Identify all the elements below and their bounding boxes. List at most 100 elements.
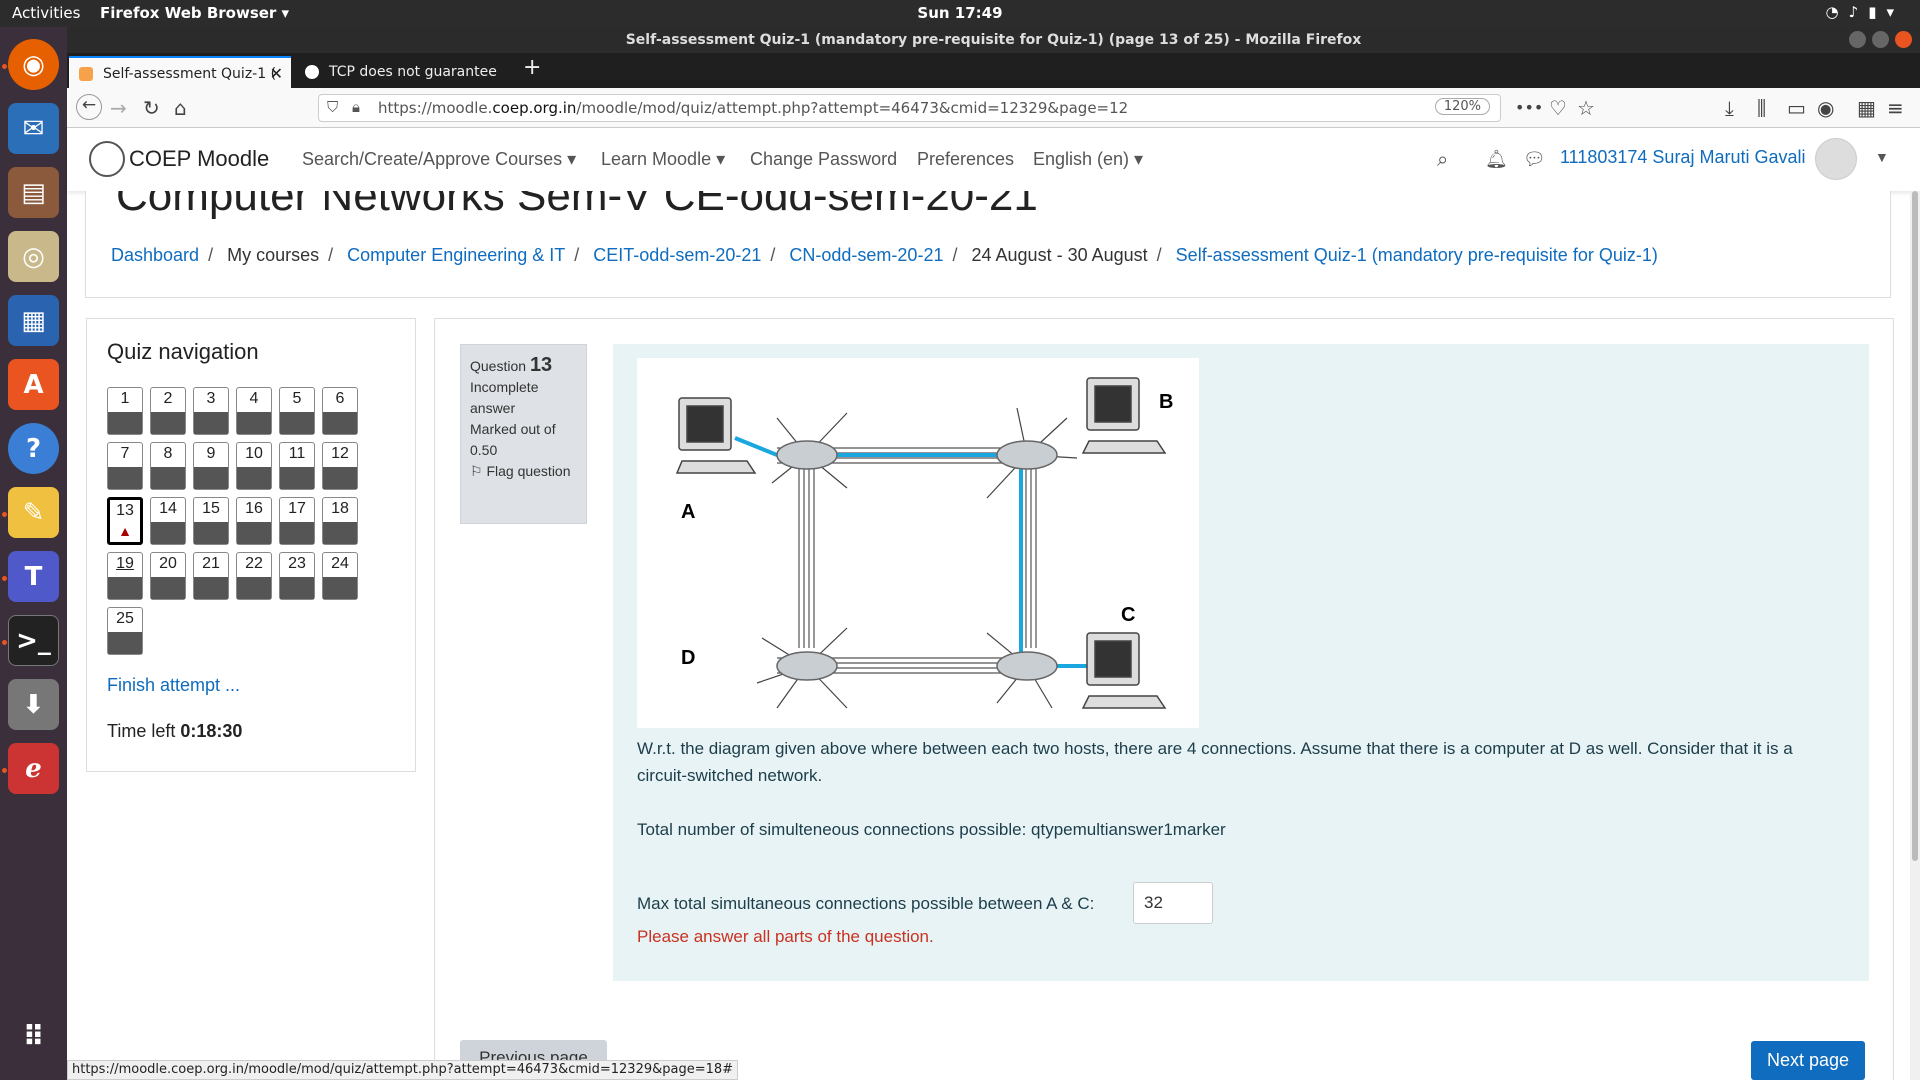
tab-quiz[interactable]: Self-assessment Quiz-1 ( ✕ xyxy=(69,56,291,88)
quiz-nav-button-17[interactable]: 17 xyxy=(279,497,315,545)
quiz-nav-button-1[interactable]: 1 xyxy=(107,387,143,435)
time-left-label: Time left xyxy=(107,721,176,741)
zoom-indicator[interactable]: 120% xyxy=(1434,98,1490,115)
pdf-reader-icon[interactable]: ℯ xyxy=(8,743,59,794)
host-label-a: A xyxy=(681,501,695,523)
quiz-nav-button-8[interactable]: 8 xyxy=(150,442,186,490)
page-scrollbar[interactable] xyxy=(1910,191,1920,1080)
flag-triangle-icon: ▲ xyxy=(110,520,140,542)
downloads-icon[interactable]: ⤓ xyxy=(1725,96,1734,120)
writer-icon[interactable]: ▦ xyxy=(8,295,59,346)
url-bar[interactable]: ⛉ 🔒︎ https://moodle.coep.org.in/moodle/m… xyxy=(318,94,1501,122)
breadcrumb-category[interactable]: Computer Engineering & IT xyxy=(347,245,565,265)
avatar[interactable] xyxy=(1815,138,1857,180)
nav-learn-moodle[interactable]: Learn Moodle ▾ xyxy=(601,149,725,170)
new-tab-icon[interactable]: + xyxy=(523,55,541,80)
quiz-nav-button-6[interactable]: 6 xyxy=(322,387,358,435)
quiz-nav-button-24[interactable]: 24 xyxy=(322,552,358,600)
show-apps-icon[interactable]: ⠿ xyxy=(8,1011,59,1062)
quiz-nav-button-11[interactable]: 11 xyxy=(279,442,315,490)
finish-attempt-link[interactable]: Finish attempt ... xyxy=(107,675,240,696)
installer-icon[interactable]: ⬇ xyxy=(8,679,59,730)
quiz-nav-button-13[interactable]: 13 ▲ xyxy=(107,497,143,545)
url-domain: coep.org.in xyxy=(492,99,577,117)
notifications-icon[interactable]: 🔔︎ xyxy=(1485,149,1508,170)
breadcrumb-dashboard[interactable]: Dashboard xyxy=(111,245,199,265)
answer-state-bar xyxy=(323,467,357,489)
pocket-icon[interactable]: ♡ xyxy=(1549,96,1567,120)
flag-question-toggle[interactable]: ⚐ Flag question xyxy=(470,461,577,482)
text-editor-icon[interactable]: ✎ xyxy=(8,487,59,538)
teams-icon[interactable]: T xyxy=(8,551,59,602)
quiz-nav-button-4[interactable]: 4 xyxy=(236,387,272,435)
quiz-nav-button-12[interactable]: 12 xyxy=(322,442,358,490)
scrollbar-thumb[interactable] xyxy=(1912,191,1918,861)
quiz-nav-button-22[interactable]: 22 xyxy=(236,552,272,600)
software-center-icon[interactable]: A xyxy=(8,359,59,410)
moodle-navbar: COEP Moodle Search/Create/Approve Course… xyxy=(67,128,1920,191)
quiz-nav-number: 3 xyxy=(206,390,216,407)
quiz-nav-button-20[interactable]: 20 xyxy=(150,552,186,600)
minimize-icon[interactable] xyxy=(1849,31,1866,48)
files-icon[interactable]: ▤ xyxy=(8,167,59,218)
quiz-nav-button-3[interactable]: 3 xyxy=(193,387,229,435)
more-actions-icon[interactable]: ••• xyxy=(1515,98,1543,117)
site-brand[interactable]: COEP Moodle xyxy=(129,146,269,172)
close-tab-icon[interactable]: ✕ xyxy=(270,58,283,88)
window-title-bar: Self-assessment Quiz-1 (mandatory pre-re… xyxy=(67,27,1920,53)
nav-language[interactable]: English (en) ▾ xyxy=(1033,149,1143,170)
nav-preferences[interactable]: Preferences xyxy=(917,149,1014,170)
terminal-icon[interactable]: >_ xyxy=(8,615,59,666)
quiz-nav-button-16[interactable]: 16 xyxy=(236,497,272,545)
quiz-nav-button-9[interactable]: 9 xyxy=(193,442,229,490)
maximize-icon[interactable] xyxy=(1872,31,1889,48)
forward-icon[interactable]: → xyxy=(110,96,127,120)
extensions-icon[interactable]: ▦ xyxy=(1857,96,1876,120)
quiz-nav-button-14[interactable]: 14 xyxy=(150,497,186,545)
page-header: Computer Networks Sem-V CE-odd-sem-20-21… xyxy=(85,191,1891,298)
quiz-nav-button-10[interactable]: 10 xyxy=(236,442,272,490)
sidebar-icon[interactable]: ▭ xyxy=(1787,96,1806,120)
search-icon[interactable]: ⌕ xyxy=(1437,149,1448,172)
nav-change-password[interactable]: Change Password xyxy=(750,149,897,170)
breadcrumb-course[interactable]: CN-odd-sem-20-21 xyxy=(789,245,943,265)
tracking-shield-icon[interactable]: ⛉ xyxy=(327,98,338,116)
rhythmbox-icon[interactable]: ◎ xyxy=(8,231,59,282)
clock[interactable]: Sun 17:49 xyxy=(0,4,1920,22)
back-icon[interactable]: ← xyxy=(76,94,102,120)
quiz-nav-button-2[interactable]: 2 xyxy=(150,387,186,435)
help-icon[interactable]: ? xyxy=(8,423,59,474)
reload-icon[interactable]: ↻ xyxy=(143,96,160,120)
firefox-icon[interactable]: ◉ xyxy=(8,39,59,90)
quiz-nav-number: 15 xyxy=(202,500,220,517)
answer-input[interactable]: 32 xyxy=(1133,882,1213,924)
next-page-button[interactable]: Next page xyxy=(1751,1041,1865,1080)
account-icon[interactable]: ◉ xyxy=(1817,96,1834,120)
close-window-icon[interactable] xyxy=(1895,31,1912,48)
tab-tcp[interactable]: TCP does not guarantee xyxy=(295,56,517,88)
quiz-nav-button-15[interactable]: 15 xyxy=(193,497,229,545)
thunderbird-icon[interactable]: ✉ xyxy=(8,103,59,154)
bookmark-star-icon[interactable]: ☆ xyxy=(1577,96,1595,120)
quiz-nav-button-21[interactable]: 21 xyxy=(193,552,229,600)
lock-icon[interactable]: 🔒︎ xyxy=(352,98,360,116)
chevron-down-icon[interactable]: ▼ xyxy=(1875,149,1889,165)
nav-search-courses[interactable]: Search/Create/Approve Courses ▾ xyxy=(302,149,576,170)
messages-icon[interactable]: 💬︎ xyxy=(1523,149,1546,170)
library-icon[interactable]: ⫼ xyxy=(1757,96,1766,120)
quiz-nav-button-19[interactable]: 19 xyxy=(107,552,143,600)
quiz-nav-button-25[interactable]: 25 xyxy=(107,607,143,655)
menu-icon[interactable]: ≡ xyxy=(1887,96,1904,120)
time-left: Time left 0:18:30 xyxy=(107,721,242,742)
user-menu[interactable]: 111803174 Suraj Maruti Gavali xyxy=(1560,147,1805,168)
quiz-nav-button-18[interactable]: 18 xyxy=(322,497,358,545)
quiz-nav-button-5[interactable]: 5 xyxy=(279,387,315,435)
coep-logo-icon[interactable] xyxy=(89,141,125,177)
breadcrumb-quiz[interactable]: Self-assessment Quiz-1 (mandatory pre-re… xyxy=(1176,245,1658,265)
quiz-nav-button-23[interactable]: 23 xyxy=(279,552,315,600)
home-icon[interactable]: ⌂ xyxy=(174,96,187,120)
system-tray-icons[interactable]: ◔♪▮▾ xyxy=(1826,3,1904,21)
breadcrumb-subcategory[interactable]: CEIT-odd-sem-20-21 xyxy=(593,245,761,265)
quiz-nav-button-7[interactable]: 7 xyxy=(107,442,143,490)
answer-state-bar xyxy=(280,412,314,434)
